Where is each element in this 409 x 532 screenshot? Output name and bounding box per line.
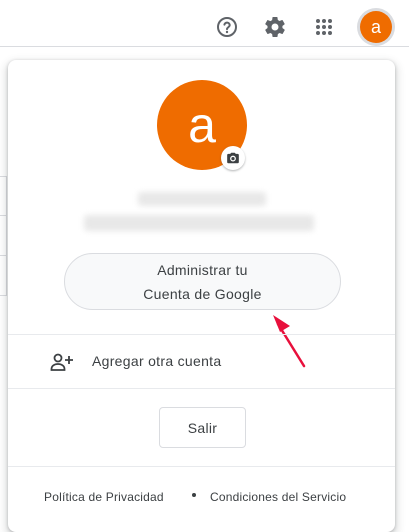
help-button[interactable] — [209, 9, 245, 45]
background-row-divider — [0, 255, 6, 256]
header-divider — [0, 46, 409, 47]
gear-icon — [265, 16, 285, 38]
logout-button[interactable]: Salir — [159, 407, 246, 448]
menu-footer: Política de Privacidad Condiciones del S… — [8, 466, 395, 532]
avatar-letter: a — [360, 11, 392, 43]
add-account-label: Agregar otra cuenta — [92, 353, 222, 369]
person-add-icon — [50, 353, 73, 371]
background-panel-edge — [0, 176, 7, 296]
account-menu: a Administrar tu Cuenta de Google Agrega… — [8, 60, 395, 532]
section-divider — [8, 388, 395, 389]
camera-icon — [227, 152, 239, 164]
apps-grid-icon — [316, 19, 332, 35]
manage-account-button[interactable]: Administrar tu Cuenta de Google — [64, 253, 341, 310]
background-row-divider — [0, 215, 6, 216]
manage-account-label-line1: Administrar tu — [157, 261, 248, 278]
manage-account-label-line2: Cuenta de Google — [143, 285, 262, 302]
change-photo-button[interactable] — [221, 146, 245, 170]
apps-button[interactable] — [306, 9, 342, 45]
account-email-redacted — [84, 215, 314, 231]
add-account-item[interactable]: Agregar otra cuenta — [8, 335, 395, 388]
account-name-redacted — [138, 192, 266, 206]
privacy-policy-link[interactable]: Política de Privacidad — [44, 490, 164, 504]
help-circle-icon — [217, 17, 237, 37]
terms-of-service-link[interactable]: Condiciones del Servicio — [210, 490, 346, 504]
separator-dot — [192, 493, 196, 497]
settings-button[interactable] — [257, 9, 293, 45]
account-avatar-button[interactable]: a — [357, 8, 395, 46]
